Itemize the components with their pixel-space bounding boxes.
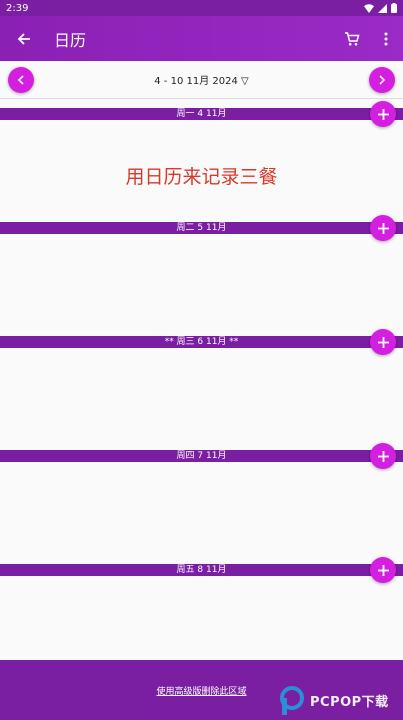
day-header: 周二 5 11月 [0,222,403,234]
plus-icon [377,564,389,576]
battery-icon [391,3,397,13]
day-section-tue: 周二 5 11月 [0,222,403,336]
chevron-left-icon [17,74,24,85]
page-title: 日历 [54,30,87,50]
plus-icon [377,450,389,462]
day-section-mon: 周一 4 11月 用日历来记录三餐 [0,108,403,222]
day-section-thu: 周四 7 11月 [0,450,403,564]
add-meal-button-thu[interactable] [370,443,396,469]
add-meal-button-fri[interactable] [370,557,396,583]
status-bar: 2:39 [0,0,403,16]
date-nav: 4 - 10 11月 2024 ▽ [0,61,403,99]
status-icons [364,3,397,13]
cart-button[interactable] [335,16,369,61]
next-week-button[interactable] [368,66,395,93]
status-time: 2:39 [6,2,29,14]
chevron-right-icon [379,74,386,85]
watermark-text: PCPOP下载 [310,694,389,710]
plus-icon [377,336,389,348]
arrow-back-icon [17,32,30,45]
day-header: 周五 8 11月 [0,564,403,576]
day-body[interactable]: 用日历来记录三餐 [0,120,403,222]
more-options-button[interactable] [369,16,403,61]
watermark: PCPOP下载 [279,683,389,717]
day-body[interactable] [0,462,403,564]
app-bar: 日历 [0,16,403,61]
signal-icon [378,3,387,13]
promo-text: 用日历来记录三餐 [125,166,278,188]
day-section-fri: 周五 8 11月 [0,564,403,660]
plus-icon [377,222,389,234]
date-range-selector[interactable]: 4 - 10 11月 2024 ▽ [154,72,248,87]
more-vert-icon [384,32,388,45]
plus-icon [377,108,389,120]
day-header: ** 周三 6 11月 ** [0,336,403,348]
day-body[interactable] [0,348,403,450]
day-section-wed: ** 周三 6 11月 ** [0,336,403,450]
add-meal-button-mon[interactable] [370,101,396,127]
prev-week-button[interactable] [8,66,34,93]
day-body[interactable] [0,234,403,336]
add-meal-button-tue[interactable] [370,215,396,241]
day-header: 周四 7 11月 [0,450,403,462]
cart-icon [345,31,360,45]
remove-ads-link[interactable]: 使用高级版删除此区域 [156,684,246,697]
day-header: 周一 4 11月 [0,108,403,120]
back-button[interactable] [0,16,48,61]
add-meal-button-wed[interactable] [370,329,396,355]
day-body[interactable] [0,576,403,660]
wifi-icon [364,3,374,13]
pcpop-logo-icon [280,686,304,715]
